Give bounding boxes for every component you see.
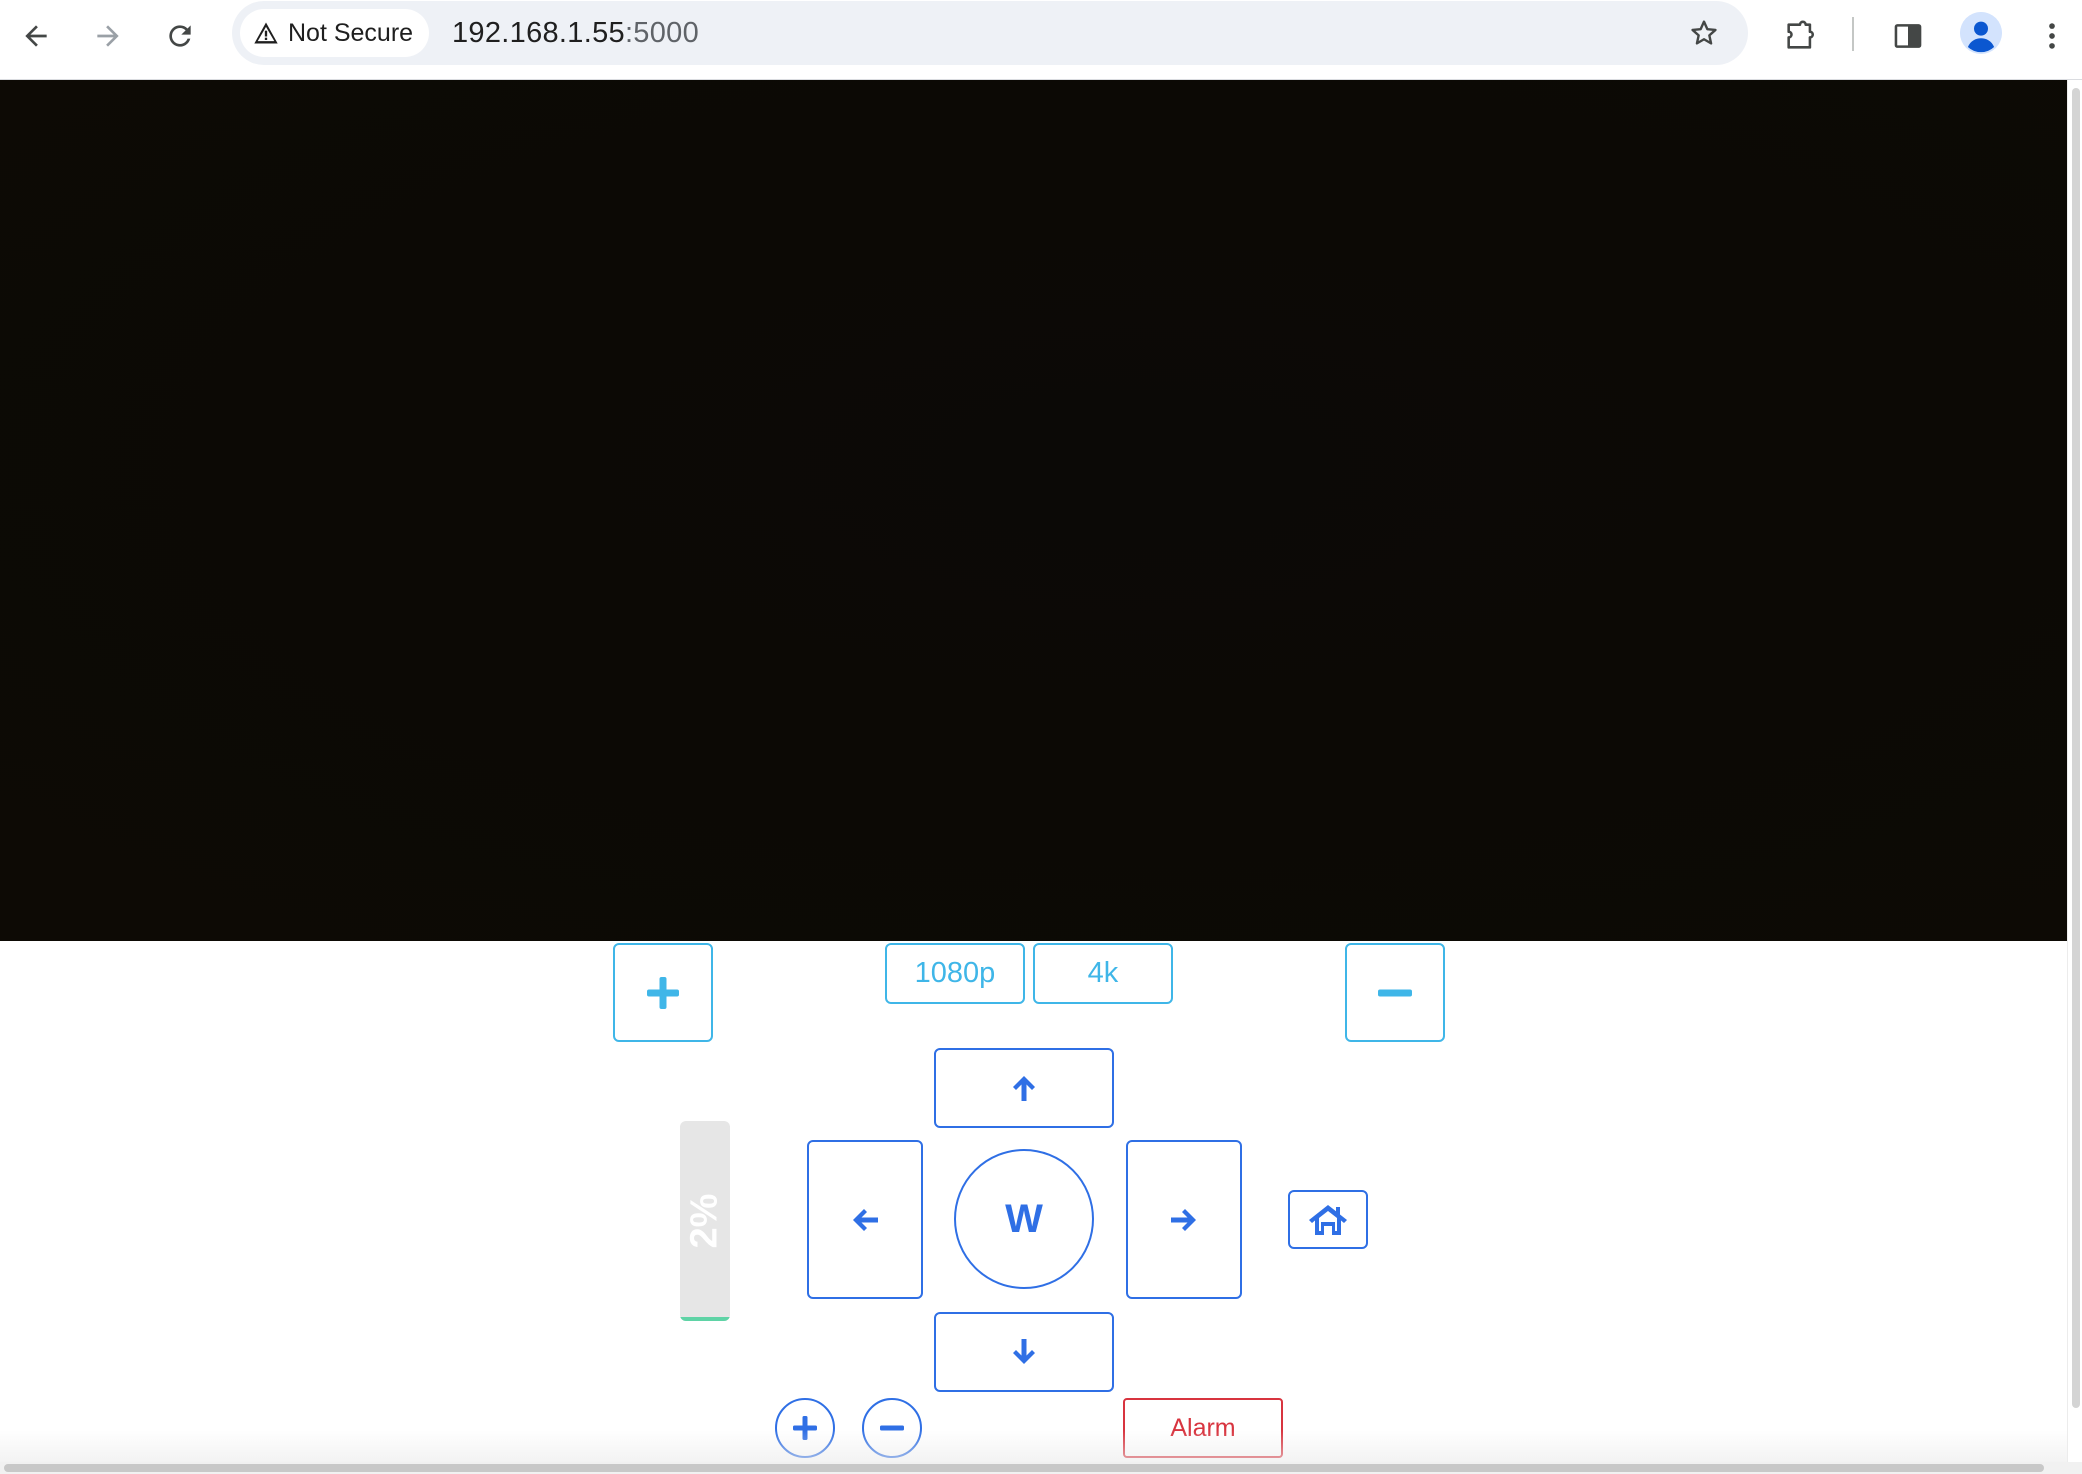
camera-video-stream: [0, 80, 2067, 941]
more-vert-icon: [2049, 23, 2055, 49]
alarm-button[interactable]: Alarm: [1123, 1398, 1283, 1458]
vertical-scrollbar-thumb[interactable]: [2072, 88, 2080, 1408]
side-panel-icon: [1894, 24, 1922, 48]
arrow-up-icon: [1013, 1076, 1035, 1101]
pan-right-button[interactable]: [1126, 1140, 1242, 1299]
horizontal-scrollbar[interactable]: [0, 1462, 2082, 1474]
warning-triangle-icon: [254, 22, 278, 44]
minus-circle-icon: [880, 1425, 904, 1431]
address-bar[interactable]: Not Secure 192.168.1.55:5000: [232, 1, 1748, 65]
minus-icon: [1378, 989, 1412, 996]
arrow-left-icon: [853, 1208, 878, 1231]
url-text[interactable]: 192.168.1.55:5000: [452, 17, 699, 50]
zoom-level-fill: [680, 1317, 730, 1321]
pan-up-button[interactable]: [934, 1048, 1114, 1128]
home-icon: [1309, 1204, 1347, 1235]
zoom-level-text: 2%: [683, 1193, 726, 1249]
url-host: 192.168.1.55: [452, 17, 625, 49]
security-chip[interactable]: Not Secure: [240, 9, 430, 57]
extensions-puzzle-icon: [1787, 20, 1814, 49]
url-port: :5000: [624, 17, 700, 49]
horizontal-scrollbar-thumb[interactable]: [4, 1464, 2044, 1472]
focus-minus-button[interactable]: [862, 1398, 922, 1458]
browser-toolbar: Not Secure 192.168.1.55:5000: [0, 0, 2082, 80]
bookmark-button[interactable]: [1680, 9, 1728, 57]
star-icon: [1691, 20, 1717, 45]
arrow-right-icon: [1171, 1208, 1196, 1231]
extensions-button[interactable]: [1774, 10, 1826, 62]
resolution-1080p-button[interactable]: 1080p: [885, 943, 1025, 1004]
reload-icon: [169, 25, 191, 47]
plus-circle-icon: [793, 1416, 817, 1440]
pan-left-button[interactable]: [807, 1140, 923, 1299]
arrow-down-icon: [1013, 1339, 1035, 1364]
side-panel-button[interactable]: [1882, 10, 1934, 62]
forward-button[interactable]: [84, 12, 132, 60]
vertical-scrollbar[interactable]: [2067, 80, 2082, 1462]
plus-icon: [647, 976, 679, 1009]
zoom-out-button[interactable]: [1345, 943, 1445, 1042]
zoom-in-button[interactable]: [613, 943, 713, 1042]
forward-arrow-icon: [97, 25, 119, 47]
profile-avatar[interactable]: [1960, 12, 2002, 54]
toolbar-divider: [1852, 17, 1854, 51]
reload-button[interactable]: [156, 12, 204, 60]
back-arrow-icon: [25, 25, 47, 47]
focus-plus-button[interactable]: [775, 1398, 835, 1458]
pan-down-button[interactable]: [934, 1312, 1114, 1392]
wide-center-button[interactable]: W: [954, 1149, 1094, 1289]
back-button[interactable]: [12, 12, 60, 60]
more-menu-button[interactable]: [2026, 10, 2078, 62]
home-position-button[interactable]: [1288, 1190, 1368, 1249]
security-label: Not Secure: [288, 18, 414, 47]
resolution-4k-button[interactable]: 4k: [1033, 943, 1173, 1004]
profile-avatar-icon: [1960, 12, 2002, 54]
zoom-level-bar: 2%: [680, 1121, 730, 1321]
content-bottom-fade: [0, 1430, 2067, 1462]
